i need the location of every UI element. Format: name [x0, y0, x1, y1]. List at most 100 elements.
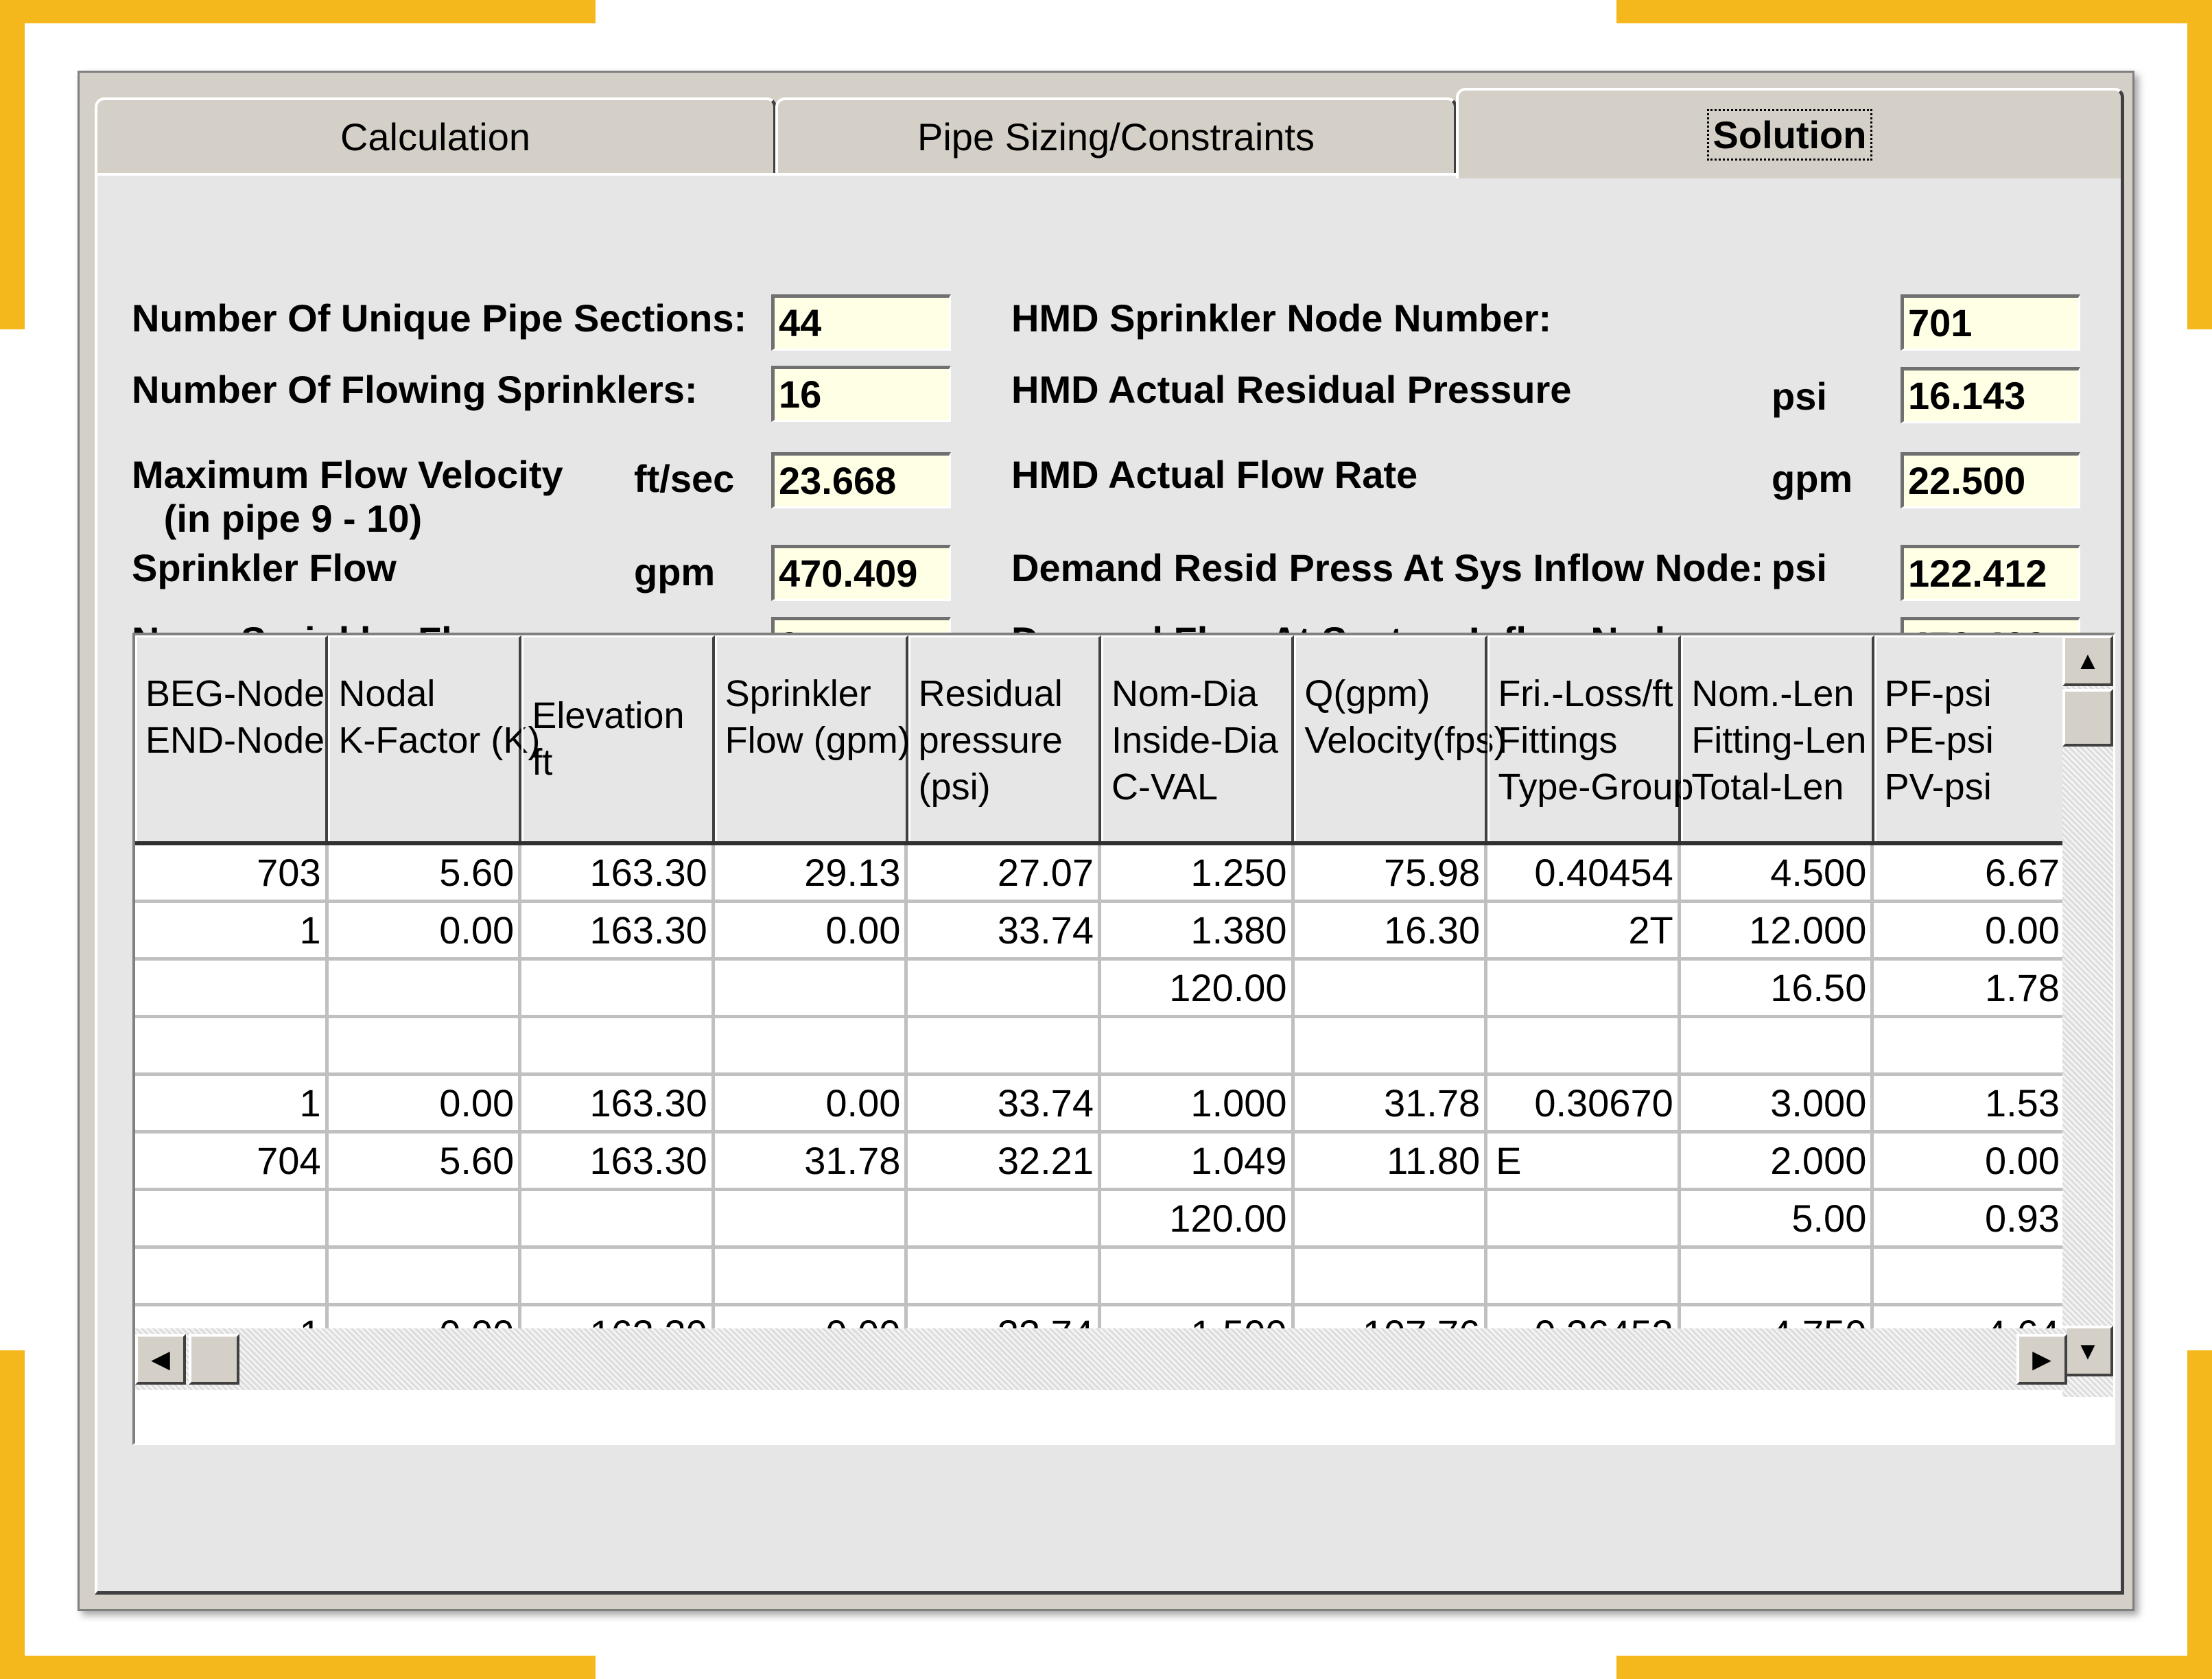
tab-solution[interactable]: Solution: [1456, 88, 2124, 178]
table-cell: 3.000: [1681, 1076, 1874, 1130]
frame-bracket-top-left-vertical: [0, 0, 25, 329]
sprinkler-flow-field[interactable]: 470.409: [771, 545, 951, 601]
table-cell: [1487, 1018, 1681, 1072]
tab-pipe-sizing-constraints[interactable]: Pipe Sizing/Constraints: [775, 97, 1457, 173]
table-cell: 12.000: [1681, 903, 1874, 957]
table-cell: 1.000: [1101, 1076, 1295, 1130]
table-cell: 0.00: [1874, 1134, 2067, 1188]
sprinkler-flow-unit: gpm: [634, 550, 716, 594]
arrow-left-icon: ◀: [151, 1345, 170, 1373]
vertical-scroll-thumb[interactable]: [2062, 689, 2113, 747]
table-cell: 0.00: [715, 1076, 908, 1130]
table-cell: 0.36453: [1487, 1306, 1681, 1328]
col-header-sprinkler-flow[interactable]: Sprinkler Flow (gpm): [714, 635, 910, 841]
col-header-k-factor[interactable]: Nodal K-Factor (K): [328, 635, 540, 841]
arrow-right-icon: ▶: [2032, 1345, 2051, 1373]
table-cell: 0.00: [329, 1306, 522, 1328]
max-flow-velocity-field[interactable]: 23.668: [771, 452, 951, 508]
table-row[interactable]: 703 5.60 163.30 29.13 27.07 1.250 75.98 …: [135, 845, 2067, 903]
table-cell: 0.00: [715, 903, 908, 957]
table-row[interactable]: 1 0.00 163.30 0.00 33.74 1.500 107.76 0.…: [135, 1306, 2067, 1328]
table-cell: 4.500: [1681, 845, 1874, 900]
hmd-flow-rate-label: HMD Actual Flow Rate: [1011, 453, 1418, 496]
col-header-diameter[interactable]: Nom-Dia Inside-Dia C-VAL: [1101, 635, 1295, 841]
table-cell: 1: [135, 1076, 329, 1130]
table-cell: 1.53: [1874, 1076, 2067, 1130]
table-cell: [1295, 961, 1488, 1015]
scroll-down-button[interactable]: ▼: [2062, 1326, 2113, 1376]
table-cell: 1.78: [1874, 961, 2067, 1015]
table-cell: 5.60: [329, 1134, 522, 1188]
table-cell: 163.30: [521, 1076, 715, 1130]
tab-calculation[interactable]: Calculation: [95, 97, 777, 173]
hmd-residual-pressure-field[interactable]: 16.143: [1901, 367, 2080, 423]
col-header-pressure-terms[interactable]: PF-psi PE-psi PV-psi: [1874, 635, 2067, 841]
table-row[interactable]: 1 0.00 163.30 0.00 33.74 1.380 16.30 2T …: [135, 903, 2067, 961]
hmd-flow-rate-field[interactable]: 22.500: [1901, 452, 2080, 508]
table-cell: [135, 1018, 329, 1072]
table-cell: 120.00: [1101, 1191, 1295, 1245]
col-header-residual-pressure[interactable]: Residual pressure (psi): [908, 635, 1101, 841]
col-header-elevation[interactable]: Elevation ft: [521, 635, 715, 841]
table-cell: [521, 1249, 715, 1303]
scroll-left-button[interactable]: ◀: [135, 1334, 186, 1385]
table-cell: 163.30: [521, 903, 715, 957]
table-cell: [135, 1191, 329, 1245]
table-cell: [521, 1018, 715, 1072]
table-cell: [521, 961, 715, 1015]
table-cell: [715, 1018, 908, 1072]
demand-resid-press-field[interactable]: 122.412: [1901, 545, 2080, 601]
table-cell: 2T: [1487, 903, 1681, 957]
flowing-sprinklers-field[interactable]: 16: [771, 366, 951, 422]
col-header-length[interactable]: Nom.-Len Fitting-Len Total-Len: [1681, 635, 1874, 841]
table-cell: 33.74: [908, 1306, 1101, 1328]
table-cell: 703: [135, 845, 329, 900]
hmd-sprinkler-node-field[interactable]: 701: [1901, 294, 2080, 351]
tab-bar: Calculation Pipe Sizing/Constraints Solu…: [95, 88, 2124, 178]
table-cell: 1.250: [1101, 845, 1295, 900]
table-cell: 120.00: [1101, 961, 1295, 1015]
horizontal-scrollbar[interactable]: ◀ ▶: [135, 1328, 2067, 1390]
table-cell: [1101, 1018, 1295, 1072]
hmd-residual-pressure-label: HMD Actual Residual Pressure: [1011, 368, 1572, 411]
scroll-right-button[interactable]: ▶: [2016, 1334, 2067, 1385]
table-row[interactable]: [135, 1249, 2067, 1306]
table-cell: [715, 1191, 908, 1245]
table-cell: [521, 1191, 715, 1245]
table-cell: [1874, 1018, 2067, 1072]
table-cell: [1487, 961, 1681, 1015]
table-cell: 1.049: [1101, 1134, 1295, 1188]
table-row[interactable]: 704 5.60 163.30 31.78 32.21 1.049 11.80 …: [135, 1134, 2067, 1191]
table-cell: 32.21: [908, 1134, 1101, 1188]
vertical-scrollbar[interactable]: ▲ ▼: [2062, 635, 2113, 1397]
col-header-q-velocity[interactable]: Q(gpm) Velocity(fps): [1294, 635, 1506, 841]
unique-pipe-sections-label: Number Of Unique Pipe Sections:: [132, 296, 747, 340]
horizontal-scroll-thumb[interactable]: [189, 1334, 239, 1385]
table-cell: 33.74: [908, 1076, 1101, 1130]
table-row[interactable]: [135, 1018, 2067, 1076]
tab-calculation-label: Calculation: [340, 115, 531, 158]
table-cell: [908, 1018, 1101, 1072]
table-cell: [135, 961, 329, 1015]
table-cell: [715, 961, 908, 1015]
table-row[interactable]: 120.00 16.50 1.78: [135, 961, 2067, 1018]
col-header-nodes[interactable]: BEG-Node END-Node: [135, 635, 329, 841]
table-row[interactable]: 1 0.00 163.30 0.00 33.74 1.000 31.78 0.3…: [135, 1076, 2067, 1134]
table-cell: [908, 1249, 1101, 1303]
table-cell: [135, 1249, 329, 1303]
demand-resid-press-unit: psi: [1772, 546, 1827, 589]
table-row[interactable]: 120.00 5.00 0.93: [135, 1191, 2067, 1249]
arrow-down-icon: ▼: [2075, 1337, 2100, 1365]
table-cell: 1: [135, 1306, 329, 1328]
scroll-up-button[interactable]: ▲: [2062, 635, 2113, 686]
table-cell: [329, 1249, 522, 1303]
table-cell: 31.78: [715, 1134, 908, 1188]
col-header-friction-loss[interactable]: Fri.-Loss/ft Fittings Type-Group: [1487, 635, 1693, 841]
table-cell: [329, 1018, 522, 1072]
table-cell: [1874, 1249, 2067, 1303]
table-cell: 704: [135, 1134, 329, 1188]
table-cell: 0.00: [329, 903, 522, 957]
frame-bracket-bottom-left-vertical: [0, 1350, 25, 1679]
unique-pipe-sections-field[interactable]: 44: [771, 294, 951, 351]
max-flow-velocity-unit: ft/sec: [634, 457, 735, 500]
